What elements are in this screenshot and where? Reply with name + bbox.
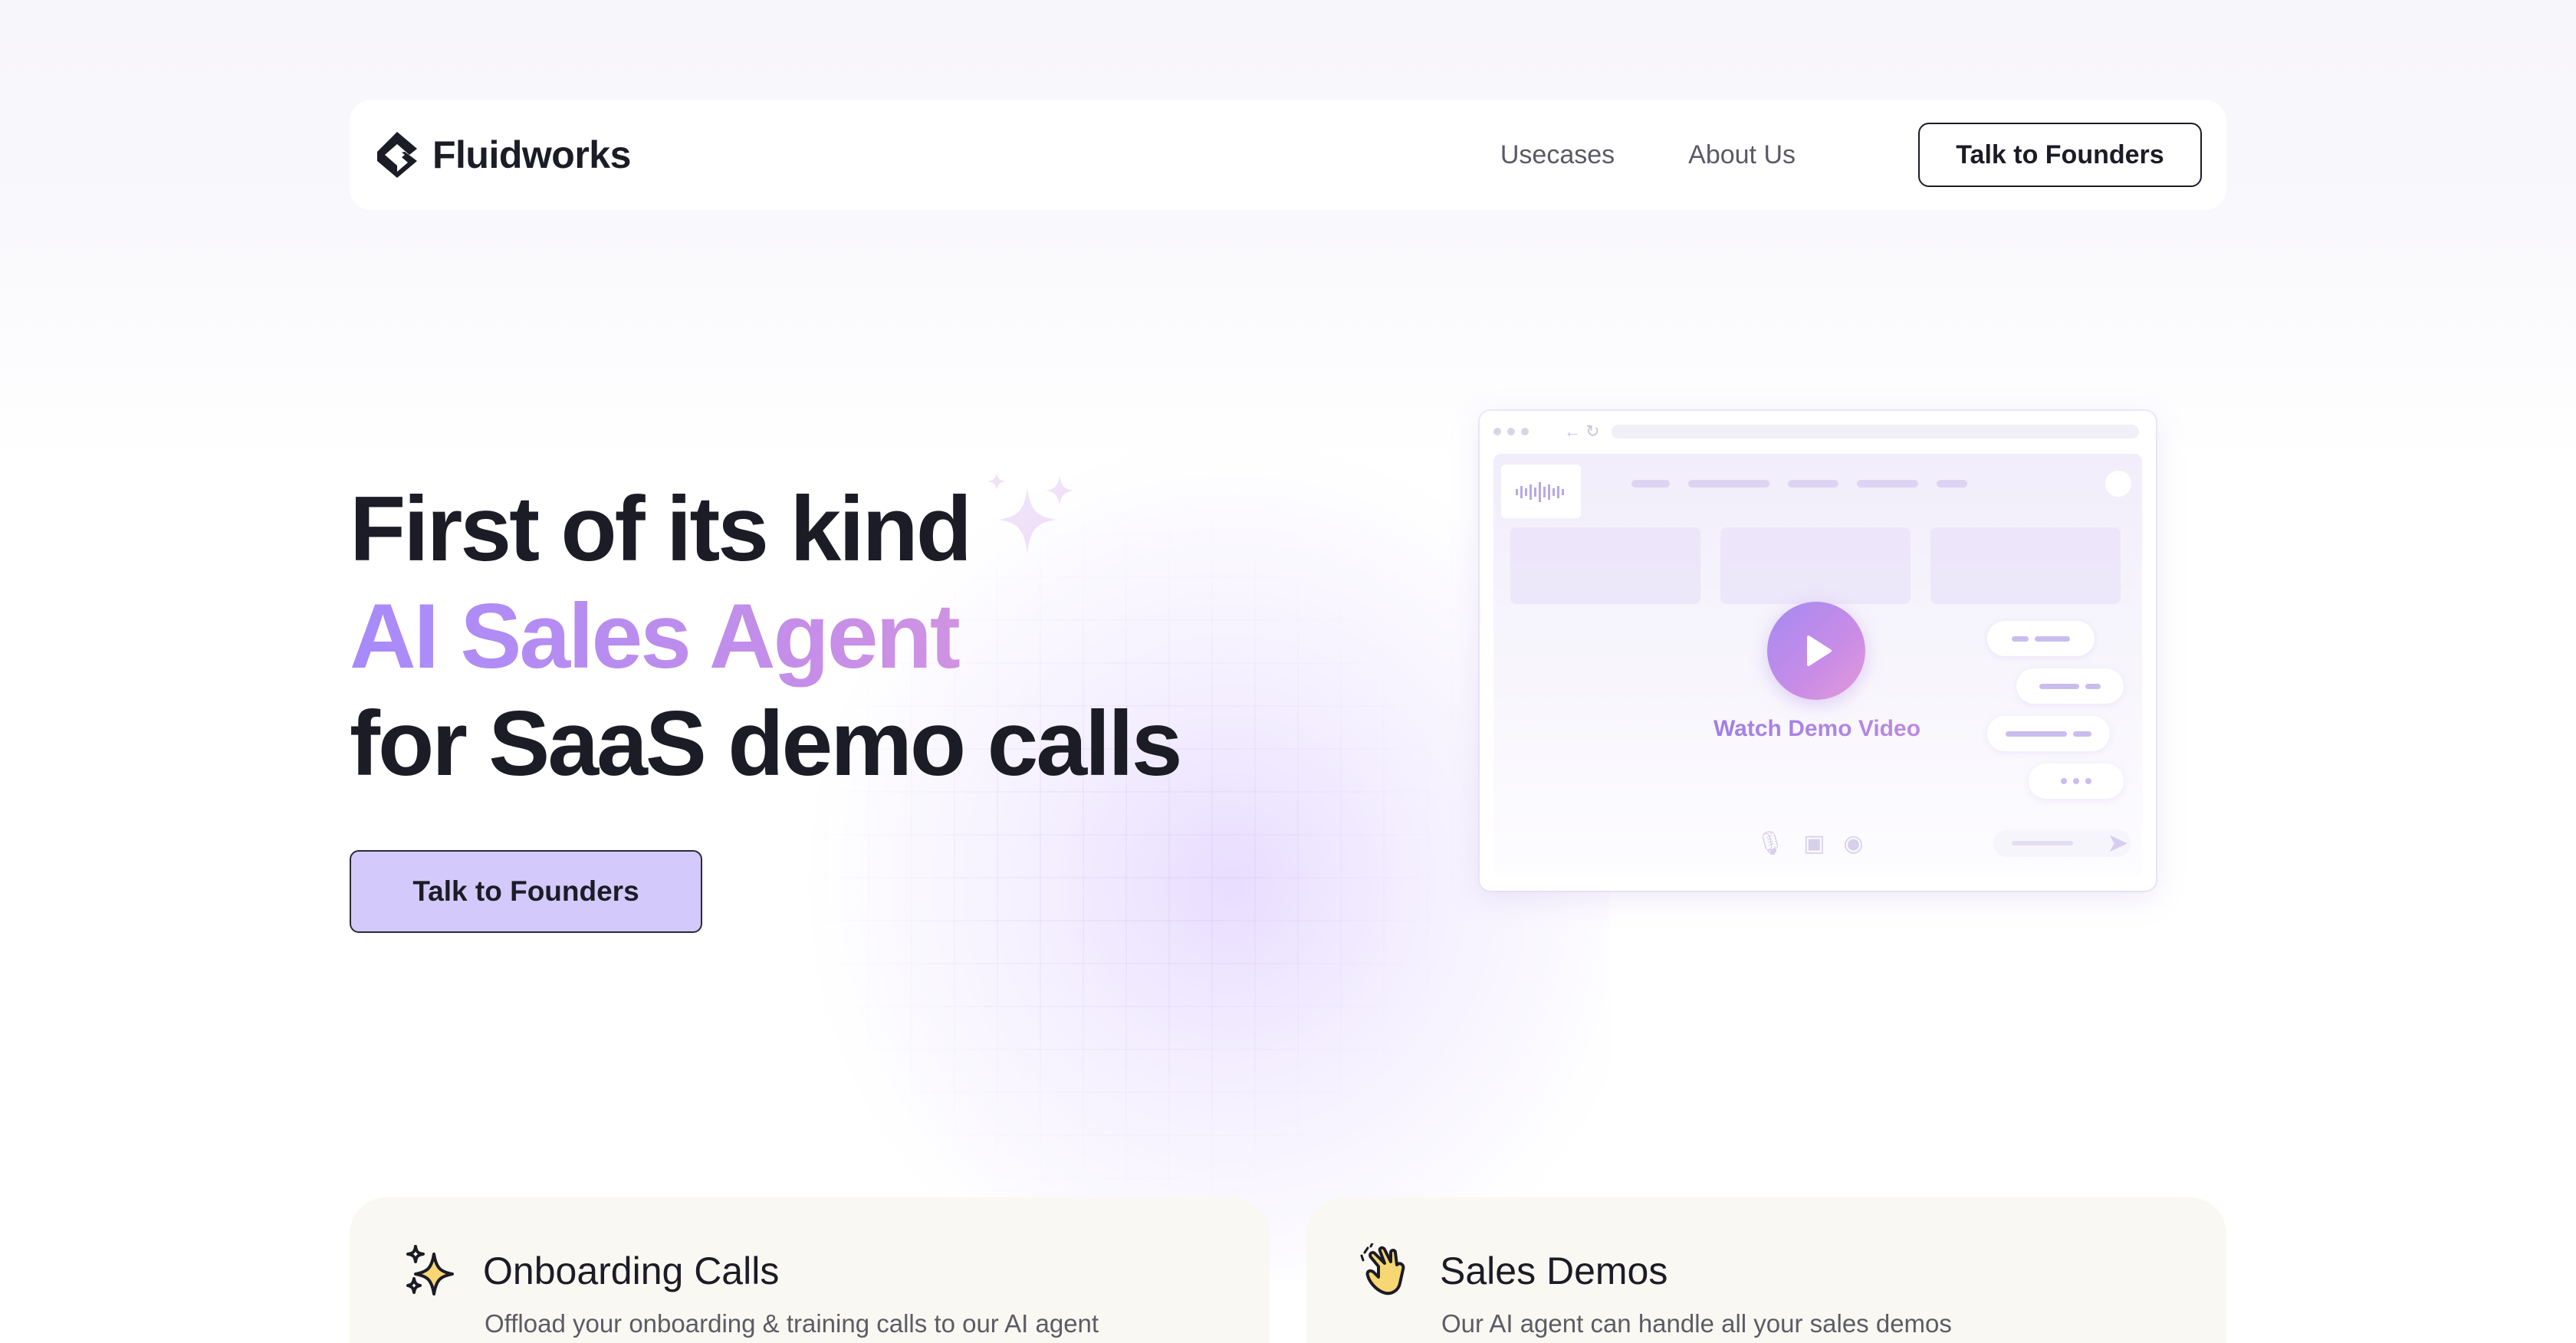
end-call-icon: ◉ bbox=[1843, 831, 1864, 856]
hero-line-2-accent: AI Sales Agent bbox=[350, 583, 1180, 690]
brand-name: Fluidworks bbox=[432, 133, 631, 176]
avatar bbox=[2105, 471, 2131, 497]
typing-indicator bbox=[2029, 763, 2124, 799]
chat-bubble bbox=[1987, 621, 2095, 656]
feature-title: Onboarding Calls bbox=[483, 1249, 780, 1292]
brand[interactable]: Fluidworks bbox=[374, 130, 631, 179]
play-icon bbox=[1807, 635, 1832, 666]
video-tiles bbox=[1510, 527, 2121, 604]
browser-topbar: ← ↻ bbox=[1480, 411, 2156, 451]
browser-url-bar bbox=[1612, 425, 2139, 438]
hero-line-3: for SaaS demo calls bbox=[350, 692, 1182, 795]
nav-links: Usecases About Us bbox=[1500, 140, 1796, 170]
watch-demo-video-label[interactable]: Watch Demo Video bbox=[1679, 716, 1955, 742]
pointing-hand-icon bbox=[1360, 1243, 1405, 1295]
microphone-icon: 🎙 bbox=[1756, 831, 1786, 856]
window-dots-icon bbox=[1493, 428, 1529, 435]
send-icon: ➤ bbox=[2107, 829, 2129, 858]
play-button[interactable] bbox=[1767, 602, 1865, 700]
hero-talk-to-founders-button[interactable]: Talk to Founders bbox=[350, 850, 702, 933]
audio-wave-icon bbox=[1501, 465, 1581, 518]
nav-talk-to-founders-button[interactable]: Talk to Founders bbox=[1918, 123, 2202, 187]
call-controls: 🎙 ▣ ◉ bbox=[1756, 830, 1864, 857]
nav-link-usecases[interactable]: Usecases bbox=[1500, 140, 1615, 170]
browser-nav-arrows-icon: ← ↻ bbox=[1564, 422, 1600, 441]
fluidworks-logo-icon bbox=[377, 132, 417, 178]
chat-bubble bbox=[1987, 716, 2110, 751]
feature-title: Sales Demos bbox=[1440, 1249, 1668, 1292]
nav-link-about-us[interactable]: About Us bbox=[1688, 140, 1796, 170]
feature-description: Offload your onboarding & training calls… bbox=[485, 1309, 1099, 1338]
feature-card-sales-demos: Sales Demos Our AI agent can handle all … bbox=[1306, 1197, 2226, 1343]
feature-card-onboarding: Onboarding Calls Offload your onboarding… bbox=[350, 1197, 1270, 1343]
top-navbar: Fluidworks Usecases About Us Talk to Fou… bbox=[350, 100, 2226, 210]
chat-icon: ▣ bbox=[1803, 831, 1825, 856]
sparkle-icon bbox=[987, 472, 1073, 553]
app-toolbar bbox=[1631, 480, 1967, 488]
feature-description: Our AI agent can handle all your sales d… bbox=[1441, 1309, 1952, 1338]
sparkles-icon bbox=[406, 1245, 454, 1295]
chat-bubble bbox=[2016, 668, 2124, 704]
